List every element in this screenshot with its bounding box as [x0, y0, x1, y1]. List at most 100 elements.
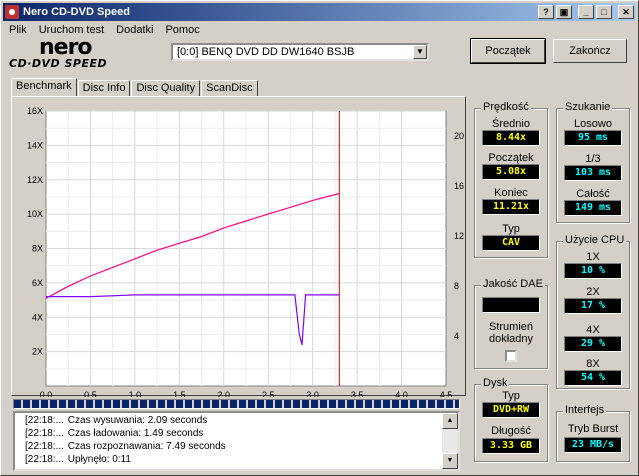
- dae-group: Jakość DAE Strumień dokładny: [474, 278, 548, 369]
- drive-select[interactable]: [0:0] BENQ DVD DD DW1640 BSJB ▼: [171, 43, 429, 61]
- maximize-button[interactable]: □: [596, 5, 612, 19]
- y-tick-label: 6X: [32, 278, 43, 288]
- start-button[interactable]: Początek: [470, 38, 546, 64]
- speed-start-label: Początek: [488, 152, 534, 164]
- window-title: Nero CD-DVD Speed: [23, 6, 130, 18]
- logo-product: CD·DVD SPEED: [9, 57, 108, 70]
- speed-average-label: Średnio: [492, 118, 530, 130]
- dae-group-title: Jakość DAE: [481, 278, 545, 290]
- help-context-button[interactable]: ▣: [556, 5, 572, 19]
- log-row: [22:18:... Czas ładowania: 1.49 seconds: [25, 428, 203, 440]
- cpu-1x-value: 10 %: [564, 263, 622, 279]
- y-tick-label: 8X: [32, 244, 43, 254]
- y-tick-label: 2X: [32, 347, 43, 357]
- x-tick-label: 3.5: [351, 390, 364, 397]
- interface-burst-label: Tryb Burst: [567, 423, 619, 435]
- benchmark-chart: 0.0 0.5 1.0 1.5 2.0 2.5 3.0 3.5 4.0 4.5 2X 4X 6X 8X 10…: [27, 106, 464, 397]
- speed-end-value: 11.21x: [482, 199, 540, 215]
- tab-strip: Benchmark Disc Info Disc Quality ScanDis…: [11, 78, 259, 97]
- log-message: Czas ładowania: 1.49 seconds: [67, 428, 204, 439]
- speed-group: Prędkość Średnio 8.44x Początek 5.08x Ko…: [474, 101, 548, 258]
- tab-scandisc[interactable]: ScanDisc: [201, 80, 258, 97]
- title-bar[interactable]: Nero CD-DVD Speed ? ▣ _ □ ✕: [3, 3, 636, 21]
- speed-type-label: Typ: [502, 223, 520, 235]
- scroll-down-icon[interactable]: ▼: [442, 453, 458, 469]
- y-tick-label: 14X: [27, 140, 43, 150]
- log-message: Upłynęło: 0:11: [67, 454, 131, 465]
- y-tick-label: 4X: [32, 312, 43, 322]
- dae-quality-value: [482, 297, 540, 313]
- log-row: [22:18:... Czas wysuwania: 2.09 seconds: [25, 415, 207, 427]
- x-tick-label: 2.5: [262, 390, 275, 397]
- speed-average-value: 8.44x: [482, 130, 540, 146]
- y-tick-label: 10X: [27, 209, 43, 219]
- log-row: [22:18:... Upłynęło: 0:11: [25, 454, 131, 466]
- scroll-up-icon[interactable]: ▲: [442, 413, 458, 429]
- y2-tick-label: 16: [454, 181, 464, 191]
- log-list[interactable]: [22:18:... Czas wysuwania: 2.09 seconds …: [13, 411, 460, 471]
- x-tick-label: 2.0: [218, 390, 231, 397]
- disc-length-label: Długość: [491, 425, 531, 437]
- dae-stream-label: Strumień dokładny: [488, 321, 534, 345]
- dae-stream-checkbox[interactable]: [505, 350, 517, 362]
- speed-group-title: Prędkość: [481, 101, 531, 113]
- cpu-2x-label: 2X: [586, 286, 600, 298]
- tab-benchmark[interactable]: Benchmark: [11, 78, 77, 97]
- x-tick-label: 0.0: [40, 390, 53, 397]
- log-timestamp: [22:18:...: [25, 441, 64, 452]
- interface-burst-value: 23 MB/s: [564, 437, 622, 453]
- menu-help[interactable]: Pomoc: [159, 24, 205, 36]
- seek-full-value: 149 ms: [564, 200, 622, 216]
- disc-group: Dysk Typ DVD+RW Długość 3.33 GB: [474, 377, 548, 462]
- log-timestamp: [22:18:...: [25, 454, 64, 465]
- cpu-1x-label: 1X: [586, 251, 600, 263]
- x-tick-label: 1.0: [129, 390, 142, 397]
- progress-bar-fill: [14, 400, 459, 408]
- seek-group: Szukanie Losowo 95 ms 1/3 103 ms Całość …: [556, 101, 630, 223]
- cpu-8x-label: 8X: [586, 358, 600, 370]
- y2-tick-label: 20: [454, 131, 464, 141]
- chevron-down-icon[interactable]: ▼: [413, 45, 427, 59]
- x-tick-label: 0.5: [84, 390, 97, 397]
- exit-button[interactable]: Zakończ: [553, 39, 627, 63]
- seek-random-value: 95 ms: [564, 130, 622, 146]
- seek-third-value: 103 ms: [564, 165, 622, 181]
- progress-bar: [13, 399, 460, 409]
- disc-type-label: Typ: [502, 390, 520, 402]
- menu-file[interactable]: Plik: [3, 24, 33, 36]
- cpu-group-title: Użycie CPU: [563, 234, 627, 246]
- cpu-2x-value: 17 %: [564, 298, 622, 314]
- drive-select-value: [0:0] BENQ DVD DD DW1640 BSJB: [177, 46, 355, 58]
- disc-length-value: 3.33 GB: [482, 438, 540, 454]
- app-icon: [5, 5, 19, 19]
- y2-tick-label: 12: [454, 231, 464, 241]
- cpu-4x-value: 29 %: [564, 336, 622, 352]
- log-timestamp: [22:18:...: [25, 415, 64, 426]
- help-button[interactable]: ?: [538, 5, 554, 19]
- log-scrollbar[interactable]: ▲ ▼: [442, 413, 458, 469]
- cpu-group: Użycie CPU 1X 10 % 2X 17 % 4X 29 % 8X 54…: [556, 234, 630, 389]
- cpu-4x-label: 4X: [586, 324, 600, 336]
- app-logo: nero CD·DVD SPEED: [9, 35, 139, 71]
- disc-type-value: DVD+RW: [482, 402, 540, 418]
- x-tick-label: 3.0: [306, 390, 319, 397]
- main-window: Nero CD-DVD Speed ? ▣ _ □ ✕ Plik Uruchom…: [0, 0, 639, 476]
- seek-third-label: 1/3: [585, 153, 601, 165]
- interface-group: Interfejs Tryb Burst 23 MB/s: [556, 404, 630, 462]
- close-button[interactable]: ✕: [618, 5, 634, 19]
- benchmark-panel: 0.0 0.5 1.0 1.5 2.0 2.5 3.0 3.5 4.0 4.5 2X 4X 6X 8X 10…: [11, 96, 466, 397]
- tab-disc-info[interactable]: Disc Info: [77, 80, 131, 97]
- cpu-8x-value: 54 %: [564, 370, 622, 386]
- speed-end-label: Koniec: [494, 187, 528, 199]
- menu-extras[interactable]: Dodatki: [110, 24, 159, 36]
- log-message: Czas wysuwania: 2.09 seconds: [67, 415, 208, 426]
- x-tick-label: 4.0: [395, 390, 408, 397]
- y-tick-label: 16X: [27, 106, 43, 116]
- tab-disc-quality[interactable]: Disc Quality: [131, 80, 201, 97]
- x-tick-label: 1.5: [173, 390, 186, 397]
- log-timestamp: [22:18:...: [25, 428, 64, 439]
- minimize-button[interactable]: _: [578, 5, 594, 19]
- x-tick-label: 4.5: [440, 390, 453, 397]
- speed-start-value: 5.08x: [482, 164, 540, 180]
- disc-group-title: Dysk: [481, 377, 510, 389]
